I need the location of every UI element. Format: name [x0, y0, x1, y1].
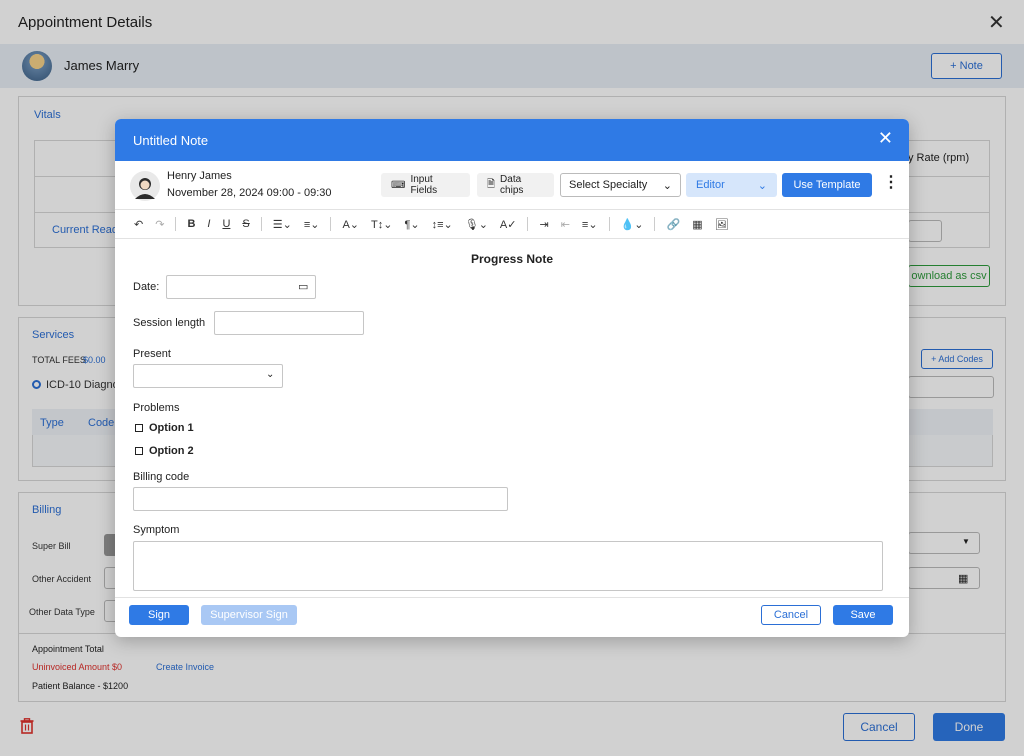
- color-drop-icon[interactable]: 💧⌄: [620, 215, 645, 233]
- table-icon[interactable]: ▦: [691, 215, 703, 233]
- underline-icon[interactable]: U: [221, 215, 231, 233]
- link-icon[interactable]: 🔗: [665, 215, 681, 233]
- symptom-label: Symptom: [133, 524, 180, 536]
- input-fields-button[interactable]: ⌨ Input Fields: [381, 173, 470, 197]
- input-fields-label: Input Fields: [410, 174, 438, 196]
- supervisor-sign-button[interactable]: Supervisor Sign: [201, 605, 297, 625]
- editor-toolbar: ↶ ↷ B I U S ☰⌄ ≡⌄ A⌄ T↕⌄ ¶⌄ ↕≡⌄ 🎙⌄ A✓ ⇥ …: [115, 209, 909, 239]
- more-options-icon[interactable]: ⋮: [883, 175, 899, 191]
- data-chips-button[interactable]: 🗎 Data chips: [477, 173, 554, 197]
- outdent-icon[interactable]: ⇤: [560, 215, 571, 233]
- billing-code-input[interactable]: [133, 487, 508, 511]
- chevron-down-icon: ⌄: [757, 179, 767, 192]
- chevron-down-icon: ⌄: [266, 369, 275, 380]
- indent-icon[interactable]: ⇥: [538, 215, 549, 233]
- microphone-icon[interactable]: 🎙⌄: [464, 215, 489, 233]
- toolbar-separator: [175, 217, 177, 231]
- line-height-icon[interactable]: ↕≡⌄: [431, 215, 454, 233]
- close-icon[interactable]: ✕: [878, 129, 893, 147]
- data-chips-label: Data chips: [500, 174, 524, 196]
- toolbar-separator: [330, 217, 332, 231]
- session-length-label: Session length: [133, 317, 206, 329]
- checkbox-icon: [135, 424, 143, 432]
- present-select[interactable]: [133, 364, 283, 388]
- option-1-checkbox[interactable]: Option 1: [135, 422, 194, 434]
- italic-icon[interactable]: I: [206, 215, 211, 233]
- align-icon[interactable]: ≡⌄: [581, 215, 599, 233]
- billing-code-label: Billing code: [133, 471, 190, 483]
- strikethrough-icon[interactable]: S: [241, 215, 250, 233]
- provider-avatar: [130, 171, 160, 201]
- session-length-input[interactable]: [214, 311, 364, 335]
- form-title: Progress Note: [470, 252, 554, 266]
- present-label: Present: [133, 348, 171, 360]
- calendar-icon[interactable]: ▭: [298, 280, 308, 293]
- numbered-list-icon[interactable]: ≡⌄: [303, 215, 321, 233]
- bold-icon[interactable]: B: [186, 215, 196, 233]
- specialty-select-value: Select Specialty: [569, 179, 648, 191]
- date-label: Date:: [133, 281, 160, 293]
- toolbar-separator: [527, 217, 529, 231]
- save-button[interactable]: Save: [833, 605, 893, 625]
- spellcheck-icon[interactable]: A✓: [499, 215, 518, 233]
- note-modal: Untitled Note ✕ Henry James November 28,…: [115, 119, 909, 637]
- input-fields-icon: ⌨: [391, 179, 406, 191]
- symptom-textarea[interactable]: [133, 541, 883, 591]
- document-icon: 🗎: [487, 178, 496, 190]
- bullet-list-icon[interactable]: ☰⌄: [272, 215, 293, 233]
- appointment-time: November 28, 2024 09:00 - 09:30: [167, 187, 332, 199]
- chevron-down-icon: ⌄: [662, 179, 672, 192]
- paragraph-icon[interactable]: ¶⌄: [403, 215, 420, 233]
- modal-header: Untitled Note: [115, 119, 909, 161]
- provider-name: Henry James: [167, 170, 232, 182]
- editor-select[interactable]: Editor ⌄: [686, 173, 777, 197]
- option-2-label: Option 2: [149, 445, 194, 457]
- font-icon[interactable]: A⌄: [341, 215, 360, 233]
- editor-select-value: Editor: [696, 179, 725, 191]
- image-icon[interactable]: 🖼: [714, 215, 730, 233]
- problems-label: Problems: [133, 402, 180, 414]
- specialty-select[interactable]: Select Specialty ⌄: [560, 173, 681, 197]
- modal-title: Untitled Note: [133, 132, 209, 148]
- checkbox-icon: [135, 447, 143, 455]
- option-2-checkbox[interactable]: Option 2: [135, 445, 194, 457]
- toolbar-separator: [654, 217, 656, 231]
- toolbar-separator: [260, 217, 262, 231]
- date-input[interactable]: [166, 275, 316, 299]
- modal-cancel-button[interactable]: Cancel: [761, 605, 821, 625]
- option-1-label: Option 1: [149, 422, 194, 434]
- toolbar-separator: [608, 217, 610, 231]
- sign-button[interactable]: Sign: [129, 605, 189, 625]
- redo-icon[interactable]: ↷: [154, 215, 165, 233]
- font-size-icon[interactable]: T↕⌄: [370, 215, 393, 233]
- use-template-button[interactable]: Use Template: [782, 173, 872, 197]
- undo-icon[interactable]: ↶: [133, 215, 144, 233]
